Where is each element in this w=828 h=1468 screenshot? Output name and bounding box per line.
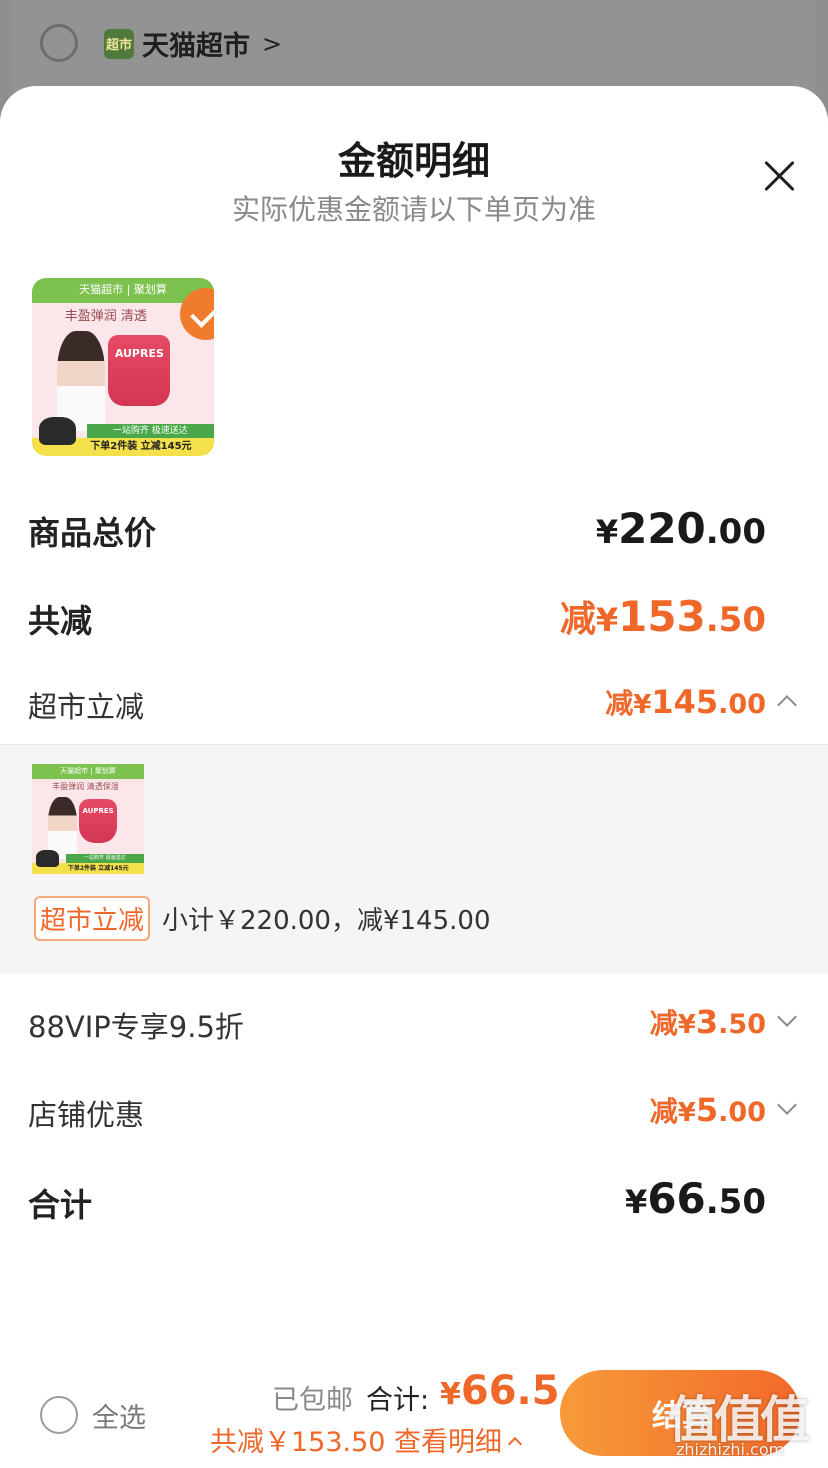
product-thumbnail[interactable]: 天猫超市 | 聚划算 丰盈弹润 清透 AUPRES 一站购齐 极速送达 下单2件…	[32, 278, 214, 456]
sheet-title: 金额明细	[337, 139, 490, 183]
vip-discount-value: 减¥3.50	[649, 1003, 766, 1041]
chevron-right-icon: >	[262, 29, 283, 58]
total-discount-label: 共减	[28, 602, 93, 640]
view-detail-link[interactable]: 共减￥153.50 查看明细	[210, 1420, 523, 1459]
total-label: 合计:	[366, 1385, 430, 1416]
watermark-url: zhizhizhi.com	[676, 1440, 785, 1459]
select-all-label[interactable]: 全选	[92, 1396, 146, 1435]
store-logo-icon: 超市	[104, 28, 134, 59]
shipping-label: 已包邮	[272, 1385, 353, 1416]
brand-label: AUPRES	[82, 806, 114, 815]
model-image	[57, 331, 105, 432]
select-all-radio[interactable]	[40, 1396, 78, 1434]
market-discount-subtotal: 小计￥220.00，减¥145.00	[162, 906, 491, 936]
grand-total-label: 合计	[28, 1186, 93, 1224]
tmall-cat-icon	[36, 849, 59, 868]
vip-discount-label: 88VIP专享9.5折	[28, 1010, 244, 1044]
thumbnail-band: 一站购齐 极速送达	[65, 854, 144, 863]
chevron-down-icon[interactable]	[777, 1095, 797, 1115]
saved-text: 共减￥153.50 查看明细	[210, 1427, 503, 1458]
sheet-subtitle: 实际优惠金额请以下单页为准	[231, 193, 596, 226]
total-value: ¥66.5	[440, 1368, 560, 1414]
chevron-up-icon[interactable]	[777, 695, 797, 715]
store-link[interactable]: 超市 天猫超市 >	[104, 24, 282, 63]
amount-detail-sheet: 金额明细 实际优惠金额请以下单页为准 天猫超市 | 聚划算 丰盈弹润 清透 AU…	[0, 86, 828, 1468]
subtotal-value: ¥220.00	[595, 504, 766, 553]
thumbnail-tagline: 丰盈弹润 清透	[64, 308, 147, 324]
product-thumbnail-small: 天猫超市 | 聚划算 丰盈弹润 清透保湿 AUPRES 一站购齐 极速送达 下单…	[32, 764, 144, 874]
store-select-radio[interactable]	[40, 24, 78, 62]
market-discount-label: 超市立减	[28, 690, 145, 724]
store-name: 天猫超市	[142, 31, 250, 62]
thumbnail-tagline: 丰盈弹润 清透保湿	[52, 781, 119, 791]
grand-total-value: ¥66.50	[625, 1174, 766, 1223]
market-discount-value: 减¥145.00	[605, 683, 766, 721]
store-discount-label: 店铺优惠	[28, 1098, 145, 1132]
subtotal-label: 商品总价	[28, 514, 157, 552]
chevron-down-icon[interactable]	[777, 1007, 797, 1027]
total-discount-value: 减¥153.50	[559, 592, 766, 641]
thumbnail-band: 一站购齐 极速送达	[86, 423, 214, 439]
store-discount-value: 减¥5.00	[649, 1091, 766, 1129]
cream-jar-image	[79, 799, 118, 844]
brand-label: AUPRES	[114, 347, 164, 361]
close-icon[interactable]	[762, 158, 798, 194]
chevron-up-icon	[507, 1436, 523, 1452]
market-discount-tag: 超市立减	[34, 896, 151, 941]
thumbnail-banner: 天猫超市 | 聚划算	[32, 764, 144, 780]
cream-jar-image	[108, 334, 171, 407]
tmall-cat-icon	[39, 416, 76, 446]
